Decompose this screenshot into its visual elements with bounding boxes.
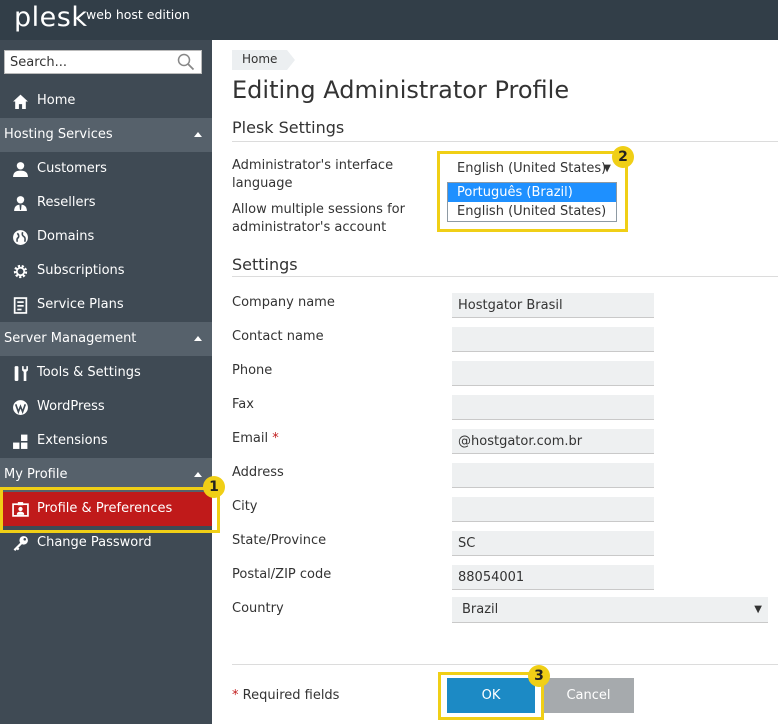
settings-heading: Settings <box>232 255 298 274</box>
sidebar-item-customers[interactable]: Customers <box>0 152 212 186</box>
fax-label: Fax <box>232 397 254 412</box>
reseller-icon <box>14 196 27 211</box>
sidebar-item-subscriptions[interactable]: Subscriptions <box>0 254 212 288</box>
company-name-label: Company name <box>232 295 335 310</box>
dropdown-arrow-icon[interactable]: ▼ <box>754 597 762 623</box>
address-input[interactable] <box>452 463 654 488</box>
gear-icon <box>13 264 28 279</box>
required-asterisk: * <box>272 431 279 446</box>
sidebar: Home Hosting Services Customers Reseller… <box>0 40 212 724</box>
document-icon <box>13 297 28 314</box>
city-label: City <box>232 499 258 514</box>
divider <box>232 276 778 277</box>
highlight-box-1 <box>0 487 220 533</box>
sidebar-item-extensions[interactable]: Extensions <box>0 424 212 458</box>
plesk-settings-heading: Plesk Settings <box>232 118 345 137</box>
search-input[interactable] <box>5 51 170 73</box>
required-fields-note: * Required fields <box>232 688 340 703</box>
step-badge-1: 1 <box>203 476 225 498</box>
cancel-button[interactable]: Cancel <box>543 678 634 713</box>
contact-name-input[interactable] <box>452 327 654 352</box>
divider <box>232 141 778 142</box>
home-icon <box>13 94 28 109</box>
user-icon <box>13 162 28 177</box>
section-server-management[interactable]: Server Management <box>0 322 212 356</box>
sidebar-item-resellers[interactable]: Resellers <box>0 186 212 220</box>
fax-input[interactable] <box>452 395 654 420</box>
phone-input[interactable] <box>452 361 654 386</box>
wordpress-icon <box>13 400 28 415</box>
language-label: Administrator's interface language <box>232 158 394 191</box>
sidebar-item-domains[interactable]: Domains <box>0 220 212 254</box>
collapse-caret-icon[interactable] <box>194 336 202 341</box>
postal-code-label: Postal/ZIP code <box>232 567 332 582</box>
top-bar: plesk web host edition <box>0 0 778 40</box>
key-icon <box>13 536 28 551</box>
search-icon[interactable] <box>177 53 195 71</box>
sidebar-item-service-plans[interactable]: Service Plans <box>0 288 212 322</box>
step-badge-2: 2 <box>612 146 634 168</box>
search-box[interactable] <box>4 50 202 74</box>
country-select[interactable]: Brazil ▼ <box>452 597 768 623</box>
multiple-sessions-label: Allow multiple sessions for administrato… <box>232 202 405 235</box>
phone-label: Phone <box>232 363 273 378</box>
contact-name-label: Contact name <box>232 329 324 344</box>
sidebar-item-home[interactable]: Home <box>0 84 212 118</box>
highlight-box-2 <box>437 151 628 232</box>
state-province-label: State/Province <box>232 533 327 548</box>
email-label: Email * <box>232 431 279 446</box>
tools-icon <box>14 366 28 381</box>
divider <box>232 664 778 665</box>
city-input[interactable] <box>452 497 654 522</box>
section-hosting-services[interactable]: Hosting Services <box>0 118 212 152</box>
postal-code-input[interactable] <box>452 565 654 590</box>
sidebar-item-tools-settings[interactable]: Tools & Settings <box>0 356 212 390</box>
plesk-logo[interactable]: plesk <box>14 2 87 33</box>
company-name-input[interactable] <box>452 293 654 318</box>
sidebar-item-wordpress[interactable]: WordPress <box>0 390 212 424</box>
email-input[interactable] <box>452 429 654 454</box>
breadcrumb[interactable]: Home <box>232 50 296 70</box>
step-badge-3: 3 <box>528 665 550 687</box>
country-label: Country <box>232 601 284 616</box>
edition-label: web host edition <box>86 7 190 22</box>
collapse-caret-icon[interactable] <box>194 472 202 477</box>
address-label: Address <box>232 465 284 480</box>
collapse-caret-icon[interactable] <box>194 132 202 137</box>
state-province-input[interactable] <box>452 531 654 556</box>
extensions-icon <box>13 434 28 449</box>
globe-icon <box>13 230 28 245</box>
page-title: Editing Administrator Profile <box>232 76 570 104</box>
